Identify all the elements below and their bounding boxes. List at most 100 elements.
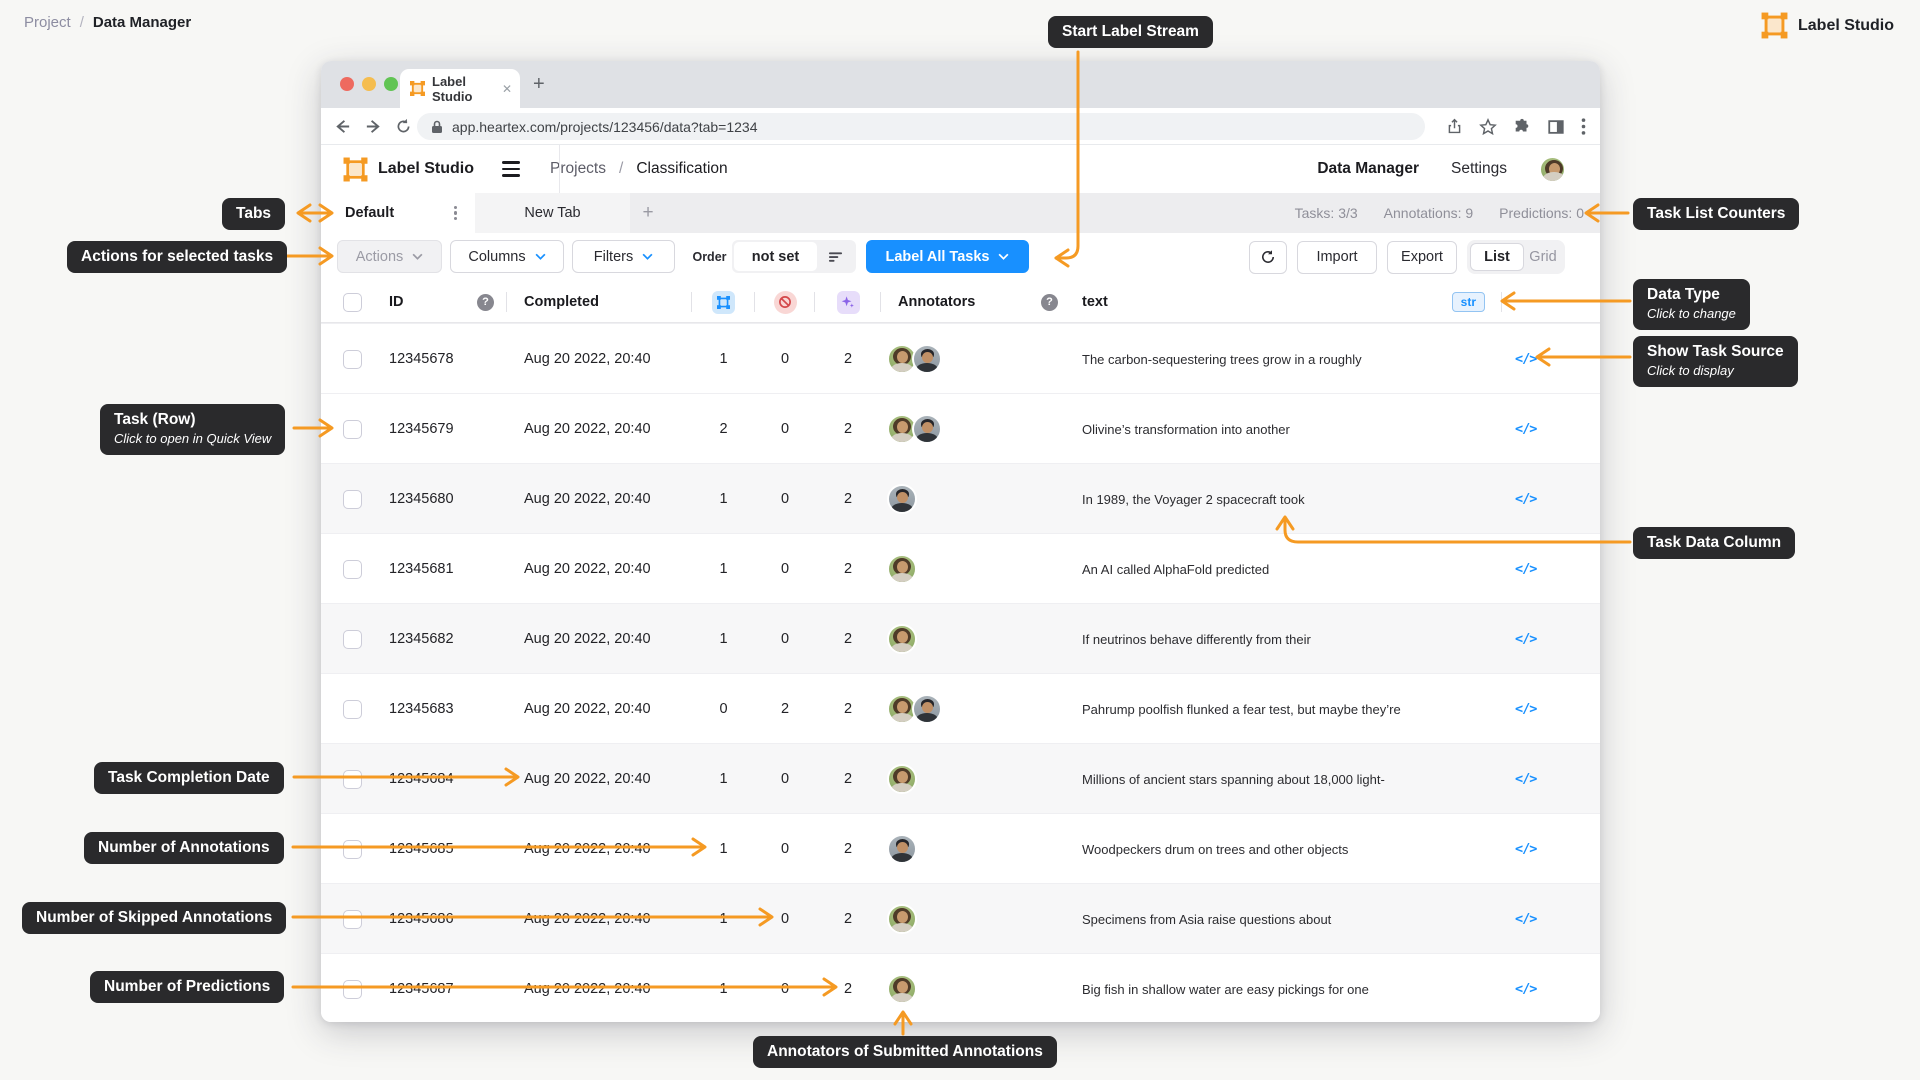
add-tab-icon[interactable]: + [630, 202, 666, 224]
task-id: 12345679 [389, 421, 454, 437]
task-row[interactable]: 12345686 Aug 20 2022, 20:40 1 0 2 Specimens f… [321, 883, 1600, 953]
row-checkbox[interactable] [343, 349, 362, 369]
column-header-id[interactable]: ID ? [369, 281, 507, 323]
view-grid-button[interactable]: Grid [1524, 249, 1562, 265]
predictions-count: 2 [843, 841, 853, 857]
show-source-button[interactable]: </> [1515, 911, 1537, 927]
show-source-button[interactable]: </> [1515, 561, 1537, 577]
user-avatar[interactable] [1539, 155, 1566, 183]
window-zoom-button[interactable] [384, 77, 398, 91]
row-checkbox[interactable] [343, 559, 362, 579]
annotations-count: 1 [719, 631, 728, 647]
chevron-down-icon [535, 253, 546, 260]
sort-direction-icon[interactable] [817, 251, 854, 263]
export-button[interactable]: Export [1387, 240, 1457, 274]
show-source-button[interactable]: </> [1515, 981, 1537, 997]
task-row[interactable]: 12345678 Aug 20 2022, 20:40 1 0 2 The carbon-… [321, 323, 1600, 393]
predictions-count: 2 [843, 491, 853, 507]
nav-data-manager[interactable]: Data Manager [1317, 160, 1419, 178]
show-source-button[interactable]: </> [1515, 351, 1537, 367]
bookmark-star-icon[interactable] [1479, 117, 1497, 136]
task-row[interactable]: 12345680 Aug 20 2022, 20:40 1 0 2 In 1989, th… [321, 463, 1600, 533]
show-source-button[interactable]: </> [1515, 491, 1537, 507]
tab-default[interactable]: Default [321, 193, 475, 233]
skipped-count: 0 [780, 351, 790, 367]
view-list-button[interactable]: List [1470, 243, 1524, 271]
show-source-button[interactable]: </> [1515, 631, 1537, 647]
share-icon[interactable] [1446, 118, 1463, 135]
skipped-count: 0 [780, 631, 790, 647]
task-row[interactable]: 12345687 Aug 20 2022, 20:40 1 0 2 Big fish in… [321, 953, 1600, 1022]
project-breadcrumb: Projects / Classification [550, 160, 728, 177]
column-header-completed[interactable]: Completed [507, 281, 692, 323]
extensions-puzzle-icon[interactable] [1513, 118, 1531, 136]
filters-button[interactable]: Filters [572, 240, 675, 273]
callout-show-task-source: Show Task Source Click to display [1633, 336, 1798, 387]
order-control[interactable]: not set [732, 240, 856, 273]
show-source-button[interactable]: </> [1515, 771, 1537, 787]
hamburger-menu-icon[interactable] [502, 161, 520, 177]
label-all-tasks-button[interactable]: Label All Tasks [866, 240, 1029, 273]
row-checkbox[interactable] [343, 769, 362, 789]
nav-settings[interactable]: Settings [1451, 160, 1507, 178]
sidebar-icon[interactable] [1547, 118, 1565, 136]
reload-icon[interactable] [395, 118, 412, 135]
skipped-count: 0 [780, 491, 790, 507]
show-source-button[interactable]: </> [1515, 421, 1537, 437]
new-tab-icon[interactable]: + [533, 74, 545, 94]
select-all-checkbox[interactable] [343, 292, 362, 312]
annotators-help-icon[interactable]: ? [1041, 293, 1058, 311]
task-row[interactable]: 12345684 Aug 20 2022, 20:40 1 0 2 Millions of… [321, 743, 1600, 813]
breadcrumb-current: Data Manager [92, 14, 192, 31]
back-icon[interactable] [333, 117, 352, 136]
column-header-text[interactable]: text str [1071, 281, 1502, 323]
row-checkbox[interactable] [343, 629, 362, 649]
show-source-button[interactable]: </> [1515, 841, 1537, 857]
predictions-count: 2 [843, 421, 853, 437]
address-bar[interactable]: app.heartex.com/projects/123456/data?tab… [417, 113, 1425, 140]
row-checkbox[interactable] [343, 489, 362, 509]
predictions-sparkles-icon [836, 290, 860, 314]
browser-tab[interactable]: Label Studio ✕ [400, 69, 520, 108]
column-header-annotators[interactable]: Annotators ? [881, 281, 1071, 323]
tab-options-kebab-icon[interactable] [453, 205, 457, 221]
id-help-icon[interactable]: ? [477, 293, 494, 311]
app-brand[interactable]: Label Studio [343, 157, 474, 182]
row-checkbox[interactable] [343, 979, 362, 999]
browser-menu-kebab-icon[interactable] [1581, 118, 1586, 135]
show-source-button[interactable]: </> [1515, 701, 1537, 717]
task-completed-date: Aug 20 2022, 20:40 [524, 631, 651, 647]
chevron-down-icon [642, 253, 653, 260]
window-minimize-button[interactable] [362, 77, 376, 91]
task-row[interactable]: 12345679 Aug 20 2022, 20:40 2 0 2 Olivine’s t… [321, 393, 1600, 463]
column-header-annotations[interactable] [692, 281, 755, 323]
task-row[interactable]: 12345681 Aug 20 2022, 20:40 1 0 2 An AI calle… [321, 533, 1600, 603]
refresh-button[interactable] [1249, 240, 1287, 274]
row-checkbox[interactable] [343, 909, 362, 929]
task-text: Millions of ancient stars spanning about… [1082, 771, 1385, 787]
actions-button[interactable]: Actions [337, 240, 442, 273]
row-checkbox[interactable] [343, 699, 362, 719]
task-id: 12345682 [389, 631, 454, 647]
task-row[interactable]: 12345685 Aug 20 2022, 20:40 1 0 2 Woodpeckers… [321, 813, 1600, 883]
breadcrumb-project-link[interactable]: Project [24, 14, 71, 31]
order-value[interactable]: not set [734, 242, 817, 271]
annotations-count: 1 [719, 491, 728, 507]
row-checkbox[interactable] [343, 839, 362, 859]
window-close-button[interactable] [340, 77, 354, 91]
callout-annotators-submitted: Annotators of Submitted Annotations [753, 1036, 1057, 1068]
predictions-count: 2 [843, 561, 853, 577]
column-header-skipped[interactable] [755, 281, 815, 323]
tab-new-tab[interactable]: New Tab [475, 193, 630, 233]
row-checkbox[interactable] [343, 419, 362, 439]
import-button[interactable]: Import [1297, 240, 1377, 274]
columns-button[interactable]: Columns [450, 240, 564, 273]
task-row[interactable]: 12345682 Aug 20 2022, 20:40 1 0 2 If neutrino… [321, 603, 1600, 673]
task-text: Olivine’s transformation into another [1082, 421, 1290, 437]
column-header-predictions[interactable] [815, 281, 881, 323]
tab-close-icon[interactable]: ✕ [502, 82, 512, 96]
forward-icon[interactable] [364, 117, 383, 136]
task-annotators [881, 534, 1071, 604]
task-row[interactable]: 12345683 Aug 20 2022, 20:40 0 2 2 Pahrump poo… [321, 673, 1600, 743]
data-type-badge[interactable]: str [1451, 292, 1485, 312]
